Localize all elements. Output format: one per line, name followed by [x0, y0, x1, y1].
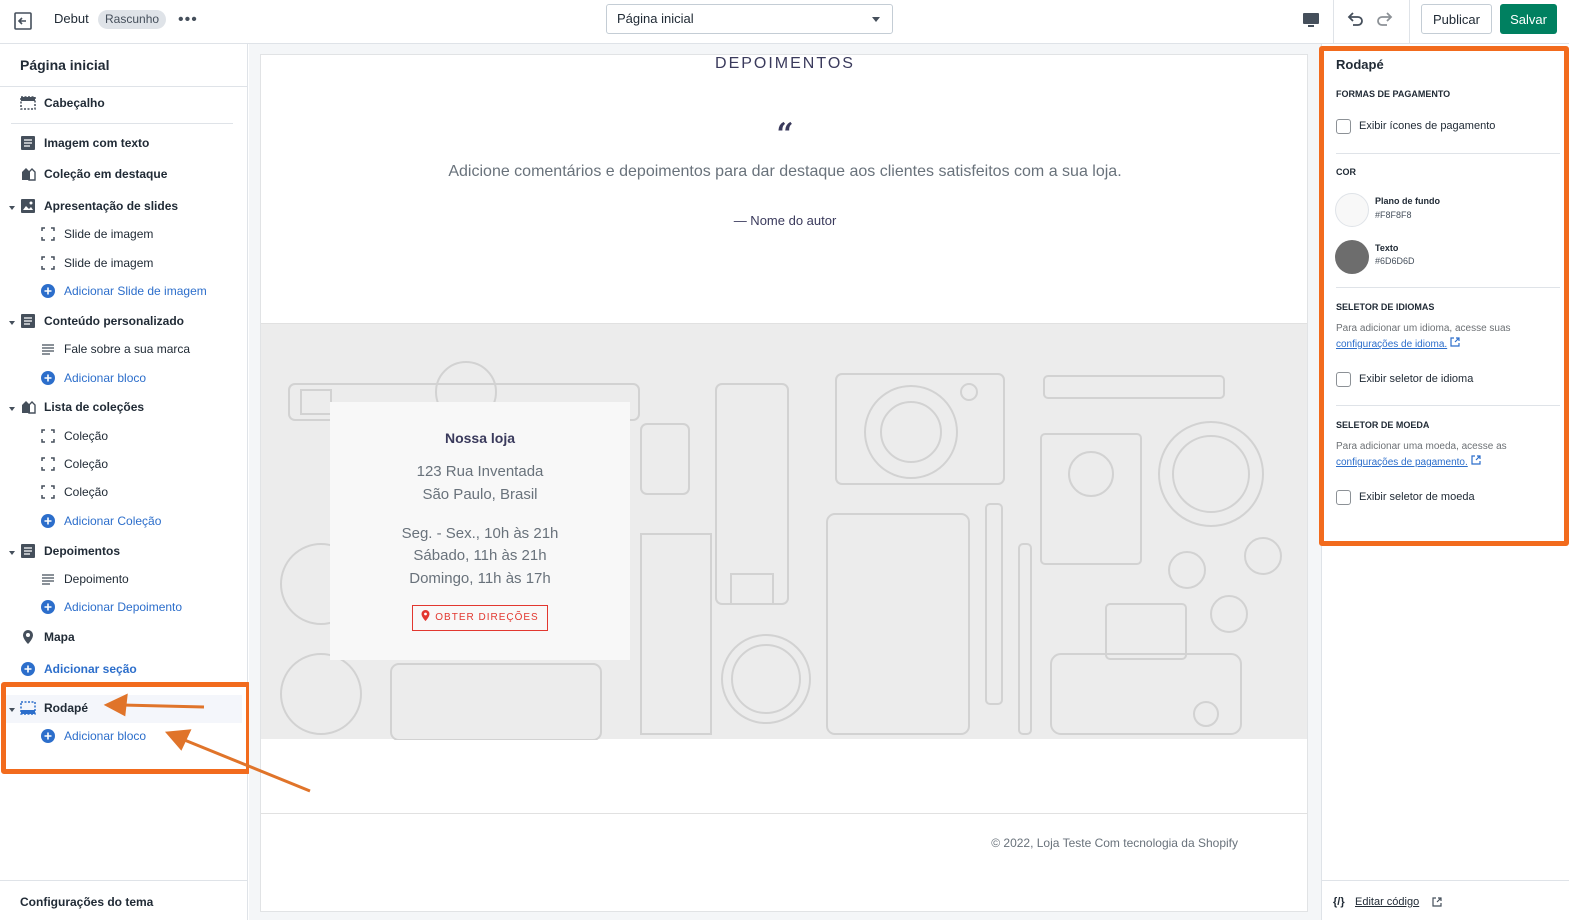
- copyright-text: © 2022, Loja Teste Com tecnologia da Sho…: [991, 836, 1238, 850]
- top-bar: Debut Rascunho ••• Página inicial Public…: [0, 0, 1569, 44]
- testimonial-author: — Nome do autor: [733, 213, 837, 228]
- settings-title: Rodapé: [1336, 57, 1384, 72]
- edit-code-link[interactable]: {/} Editar código: [1322, 880, 1569, 920]
- map-pin-icon: [23, 630, 33, 644]
- chevron-down-icon: [872, 17, 880, 22]
- currency-selector-checkbox[interactable]: Exibir seletor de moeda: [1336, 489, 1566, 507]
- map-pin-icon: [421, 610, 430, 621]
- checkbox[interactable]: [1336, 119, 1351, 134]
- block-icon: [41, 227, 55, 241]
- divider: [1336, 405, 1560, 406]
- text-color-swatch[interactable]: [1335, 240, 1369, 274]
- more-actions-icon[interactable]: •••: [178, 11, 198, 29]
- section-icon: [21, 314, 35, 328]
- language-heading: SELETOR DE IDIOMAS: [1336, 302, 1435, 312]
- map-section: Nossa loja 123 Rua Inventada São Paulo, …: [261, 323, 1307, 740]
- slideshow-icon: [21, 199, 35, 213]
- desktop-icon[interactable]: [1302, 11, 1320, 29]
- chevron-down-icon[interactable]: [9, 551, 15, 555]
- checkbox[interactable]: [1336, 372, 1351, 387]
- testimonials-heading: DEPOIMENTOS: [715, 55, 855, 72]
- chevron-down-icon[interactable]: [9, 206, 15, 210]
- get-directions-button[interactable]: OBTER DIREÇÕES: [412, 605, 548, 631]
- language-settings-link[interactable]: configurações de idioma.: [1336, 339, 1447, 350]
- add-icon: [21, 662, 35, 676]
- block-icon: [41, 429, 55, 443]
- add-icon: [41, 514, 55, 528]
- toolbar-divider: [1409, 0, 1410, 44]
- undo-icon[interactable]: [1345, 9, 1365, 29]
- store-address-line: 123 Rua Inventada: [416, 463, 544, 480]
- collection-icon: [22, 168, 36, 181]
- store-hours-line: Sábado, 11h às 21h: [413, 547, 547, 564]
- add-icon: [41, 371, 55, 385]
- code-icon: {/}: [1333, 896, 1345, 908]
- block-icon: [41, 256, 55, 270]
- payment-icons-checkbox[interactable]: Exibir ícones de pagamento: [1336, 118, 1566, 136]
- language-help: Para adicionar um idioma, acesse suas co…: [1336, 323, 1511, 350]
- text-icon: [42, 344, 54, 355]
- block-icon: [41, 457, 55, 471]
- section-icon: [21, 544, 35, 558]
- header-icon: [20, 96, 36, 110]
- page-title: Página inicial: [20, 57, 110, 73]
- divider: [1336, 287, 1560, 288]
- store-hours-line: Seg. - Sex., 10h às 21h: [401, 525, 559, 542]
- divider: [1336, 153, 1560, 154]
- background-color-swatch[interactable]: [1335, 193, 1369, 227]
- store-title: Nossa loja: [444, 430, 516, 446]
- divider: [261, 813, 1307, 814]
- external-link-icon[interactable]: [1450, 337, 1460, 347]
- theme-settings-link[interactable]: Configurações do tema: [0, 880, 248, 920]
- chevron-down-icon[interactable]: [9, 407, 15, 411]
- add-icon: [41, 284, 55, 298]
- testimonial-text: Adicione comentários e depoimentos para …: [448, 163, 1122, 180]
- payment-settings-link[interactable]: configurações de pagamento.: [1336, 457, 1468, 468]
- page-select-value: Página inicial: [617, 11, 694, 26]
- save-button[interactable]: Salvar: [1500, 4, 1557, 34]
- divider: [11, 123, 233, 124]
- section-icon: [21, 136, 35, 150]
- external-link-icon[interactable]: [1470, 455, 1481, 465]
- divider: [0, 86, 248, 87]
- redo-icon[interactable]: [1375, 9, 1395, 29]
- add-icon: [41, 600, 55, 614]
- language-selector-checkbox[interactable]: Exibir seletor de idioma: [1336, 371, 1566, 389]
- external-link-icon: [1432, 897, 1442, 907]
- store-preview: DEPOIMENTOS “ Adicione comentários e dep…: [260, 54, 1308, 912]
- quote-icon: “: [776, 117, 794, 152]
- chevron-down-icon[interactable]: [9, 321, 15, 325]
- highlight-box: [1, 682, 251, 774]
- currency-heading: SELETOR DE MOEDA: [1336, 420, 1430, 430]
- text-color-hex: #6D6D6D: [1375, 256, 1415, 266]
- draft-badge: Rascunho: [98, 10, 167, 29]
- block-icon: [41, 485, 55, 499]
- publish-button[interactable]: Publicar: [1421, 4, 1492, 34]
- color-heading: COR: [1336, 167, 1356, 177]
- store-address-line: São Paulo, Brasil: [422, 486, 538, 503]
- theme-name: Debut: [54, 11, 89, 26]
- text-color-label: Texto: [1375, 243, 1399, 253]
- toolbar-divider: [1333, 0, 1334, 44]
- collection-icon: [22, 401, 36, 414]
- store-hours-line: Domingo, 11h às 17h: [409, 570, 551, 587]
- store-info-card: Nossa loja 123 Rua Inventada São Paulo, …: [330, 402, 630, 660]
- checkbox[interactable]: [1336, 490, 1351, 505]
- currency-help: Para adicionar uma moeda, acesse as conf…: [1336, 441, 1507, 468]
- payment-heading: FORMAS DE PAGAMENTO: [1336, 89, 1451, 99]
- page-select[interactable]: Página inicial: [606, 4, 893, 34]
- exit-icon[interactable]: [12, 10, 34, 32]
- background-color-label: Plano de fundo: [1375, 196, 1440, 206]
- text-icon: [42, 574, 54, 585]
- sections-sidebar: Página inicial Cabeçalho Imagem com text…: [0, 44, 251, 920]
- footer-settings-panel: Rodapé FORMAS DE PAGAMENTO Exibir ícones…: [1319, 44, 1569, 920]
- background-color-hex: #F8F8F8: [1375, 210, 1412, 220]
